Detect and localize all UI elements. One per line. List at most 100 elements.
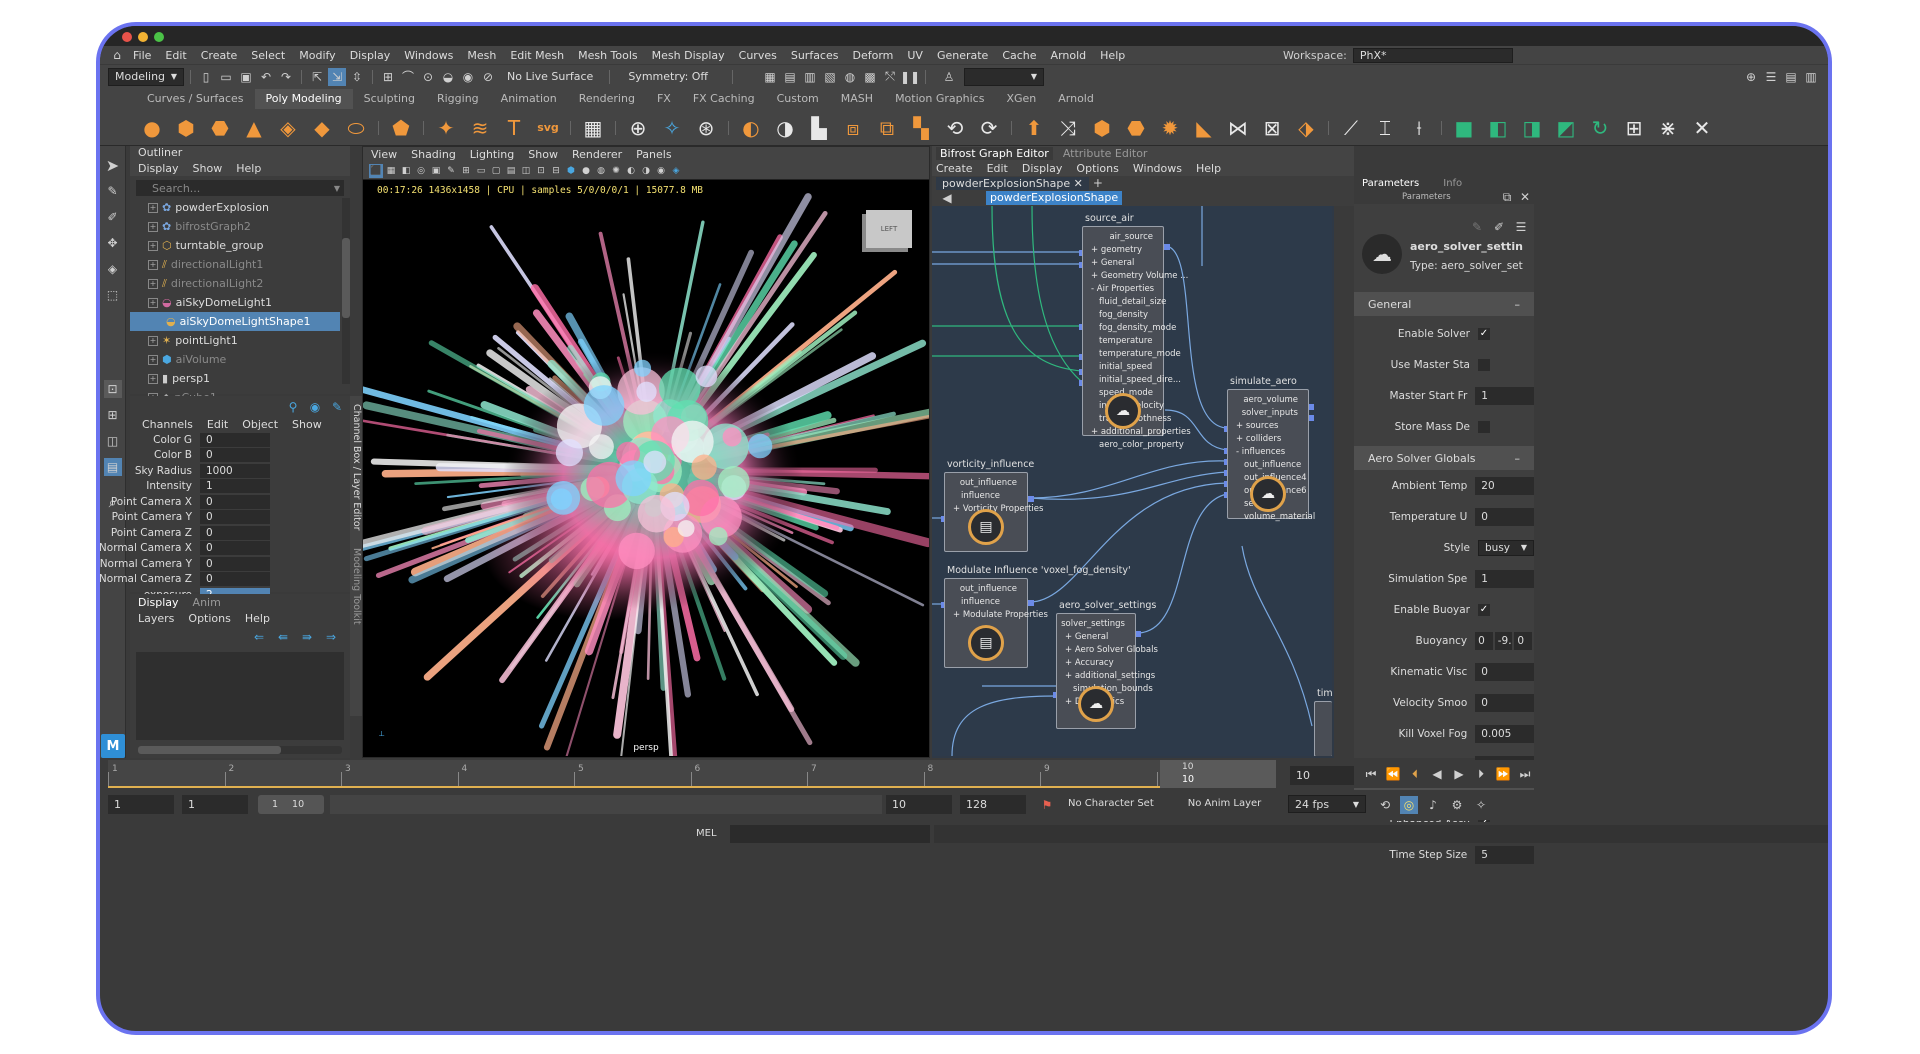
channel-lock-icon[interactable]: ◉ <box>306 398 324 416</box>
outliner-menu-help[interactable]: Help <box>236 162 261 175</box>
paint-select-icon[interactable]: ⊛ <box>690 113 722 143</box>
attribute-editor-icon[interactable]: ☰ <box>1762 68 1780 86</box>
layer-menu-help[interactable]: Help <box>245 612 270 625</box>
layer-options-icon[interactable]: ⇒ <box>322 628 340 646</box>
menu-edit-mesh[interactable]: Edit Mesh <box>503 49 571 62</box>
channel-value[interactable]: 0 <box>200 494 270 509</box>
character-set[interactable]: No Character Set <box>1068 798 1154 809</box>
four-view-icon[interactable]: ⊞ <box>104 406 122 424</box>
layer-scrollbar[interactable] <box>138 746 342 754</box>
channel-value[interactable]: 0 <box>200 556 270 571</box>
menu-file[interactable]: File <box>126 49 158 62</box>
shelf-tab-xgen[interactable]: XGen <box>995 89 1047 109</box>
menu-deform[interactable]: Deform <box>845 49 900 62</box>
poly-plane-icon[interactable]: ◆ <box>306 113 338 143</box>
outliner-item-aiskydomelightshape1[interactable]: ◒ aiSkyDomeLightShape1 <box>130 312 340 331</box>
account-select[interactable]: ▼ <box>964 67 1045 86</box>
hypershade-icon[interactable]: ◍ <box>841 68 859 86</box>
save-scene-icon[interactable]: ▣ <box>237 68 255 86</box>
channel-pin-icon[interactable]: ✎ <box>328 398 346 416</box>
vp-grease-icon[interactable]: ✎ <box>444 164 458 178</box>
viewport-menu-panels[interactable]: Panels <box>636 148 671 161</box>
viewport-panel[interactable]: View Shading Lighting Show Renderer Panels ⬛ … <box>362 146 930 758</box>
vp-field-chart-icon[interactable]: ◫ <box>519 164 533 178</box>
snap-view-icon[interactable]: ◉ <box>459 68 477 86</box>
target-weld-icon[interactable]: ⊠ <box>1256 113 1288 143</box>
shelf-tab-motion-graphics[interactable]: Motion Graphics <box>884 89 995 109</box>
layer-menu-layers[interactable]: Layers <box>138 612 174 625</box>
pin-icon[interactable]: ✐ <box>1490 218 1508 236</box>
loop-icon[interactable]: ⟲ <box>1376 796 1394 814</box>
select-component-icon[interactable]: ⇳ <box>348 68 366 86</box>
channel-menu-edit[interactable]: Edit <box>207 418 228 431</box>
scene-start-field[interactable]: 1 <box>108 795 174 814</box>
render-view-icon[interactable]: ▩ <box>861 68 879 86</box>
render-sequence-icon[interactable]: ▤ <box>781 68 799 86</box>
shelf-tab-poly-modeling[interactable]: Poly Modeling <box>254 89 353 109</box>
expand-icon[interactable]: + <box>148 240 158 251</box>
select-object-icon[interactable]: ⇲ <box>328 67 346 86</box>
render-settings-icon[interactable]: ▧ <box>821 68 839 86</box>
vp-image-plane-icon[interactable]: ◎ <box>414 164 428 178</box>
snap-point-icon[interactable]: ⊙ <box>419 68 437 86</box>
outliner-search[interactable]: Search... ▼ <box>136 180 344 196</box>
outliner-item-powderexplosion[interactable]: + ✿ powderExplosion <box>130 198 340 217</box>
mode-select[interactable]: Modeling ▼ <box>108 67 184 86</box>
vp-safe-action-icon[interactable]: ⊡ <box>534 164 548 178</box>
render-icon[interactable]: ▦ <box>761 68 779 86</box>
outliner-item-directionallight1[interactable]: + ⫽ directionalLight1 <box>130 255 340 274</box>
graph-tab-attribute-editor[interactable]: Attribute Editor <box>1063 147 1148 160</box>
cleanup-icon[interactable]: ◩ <box>1550 113 1582 143</box>
back-arrow-icon[interactable]: ◀ <box>938 189 956 207</box>
single-view-icon[interactable]: ⊡ <box>103 380 122 398</box>
vp-lights-icon[interactable]: ✺ <box>609 164 623 178</box>
node-aero-solver-settings[interactable]: aero_solver_settings solver_settings + Gen… <box>1056 600 1158 729</box>
channel-value[interactable]: 0 <box>200 572 270 587</box>
menu-edit[interactable]: Edit <box>158 49 193 62</box>
shelf-tab-rendering[interactable]: Rendering <box>568 89 646 109</box>
viewport-menu-shading[interactable]: Shading <box>411 148 456 161</box>
poly-cylinder-icon[interactable]: ⬣ <box>204 113 236 143</box>
fill-hole-icon[interactable]: ⟳ <box>973 113 1005 143</box>
channel-box-tab[interactable]: Channel Box / Layer Editor <box>351 404 362 531</box>
home-icon[interactable]: ⌂ <box>108 46 126 64</box>
bevel-icon[interactable]: ⤨ <box>1052 113 1084 143</box>
param-tab-info[interactable]: Info <box>1443 178 1462 189</box>
poly-sphere-icon[interactable]: ● <box>136 113 168 143</box>
channel-box-icon[interactable]: ▥ <box>1802 68 1820 86</box>
node-source-air[interactable]: source_air air_source + geometry + General +… <box>1082 213 1191 450</box>
rotate-tool-icon[interactable]: ◈ <box>104 260 122 278</box>
poly-cone-icon[interactable]: ▲ <box>238 113 270 143</box>
lasso-icon[interactable]: ✎ <box>104 182 122 200</box>
wedge-icon[interactable]: ◣ <box>1188 113 1220 143</box>
extract-icon[interactable]: ⧈ <box>837 113 869 143</box>
svg-icon[interactable]: svg <box>532 113 564 143</box>
shelf-tab-sculpting[interactable]: Sculpting <box>353 89 426 109</box>
poke-icon[interactable]: ✹ <box>1154 113 1186 143</box>
channel-value[interactable]: 0 <box>200 432 270 447</box>
param-field[interactable]: 5 <box>1475 845 1534 864</box>
graph-menu-edit[interactable]: Edit <box>987 162 1008 175</box>
node-modulate-influence-voxel-fog-density[interactable]: Modulate Influence 'voxel_fog_density' ou… <box>944 565 1131 668</box>
channel-key-icon[interactable]: ⚲ <box>284 398 302 416</box>
fps-select[interactable]: 24 fps ▼ <box>1288 795 1366 813</box>
snap-grid-icon[interactable]: ⊞ <box>379 68 397 86</box>
select-hierarchy-icon[interactable]: ⇱ <box>308 68 326 86</box>
reduce-icon[interactable]: ⋇ <box>1652 113 1684 143</box>
expand-icon[interactable]: + <box>148 335 158 346</box>
channel-value[interactable]: 1 <box>200 479 270 494</box>
modeling-toolkit-icon[interactable]: ⊕ <box>1742 68 1760 86</box>
multi-cut-icon[interactable]: ⟋ <box>1335 113 1367 143</box>
zoom-window-icon[interactable] <box>154 32 164 42</box>
layer-menu-options[interactable]: Options <box>188 612 230 625</box>
smooth-icon[interactable]: ▙ <box>803 113 835 143</box>
snap-live-icon[interactable]: ⊘ <box>479 68 497 86</box>
channel-row[interactable]: Normal Camera X 0 <box>100 541 270 557</box>
time-slider[interactable]: 1 2 3 4 5 6 7 8 9 10 10 10 10 ⏮ ⏪ ⏴ ◀ ▶ ⏵ ⏩ ⏭ <box>100 760 1828 788</box>
retopo-icon[interactable]: ◧ <box>1482 113 1514 143</box>
shelf-tab-fx[interactable]: FX <box>646 89 682 109</box>
vp-camera-attr-icon[interactable]: ▦ <box>384 164 398 178</box>
param-field[interactable]: -9. <box>1494 631 1513 650</box>
channel-value[interactable]: 0 <box>200 448 270 463</box>
sound-icon[interactable]: ♪ <box>1424 796 1442 814</box>
